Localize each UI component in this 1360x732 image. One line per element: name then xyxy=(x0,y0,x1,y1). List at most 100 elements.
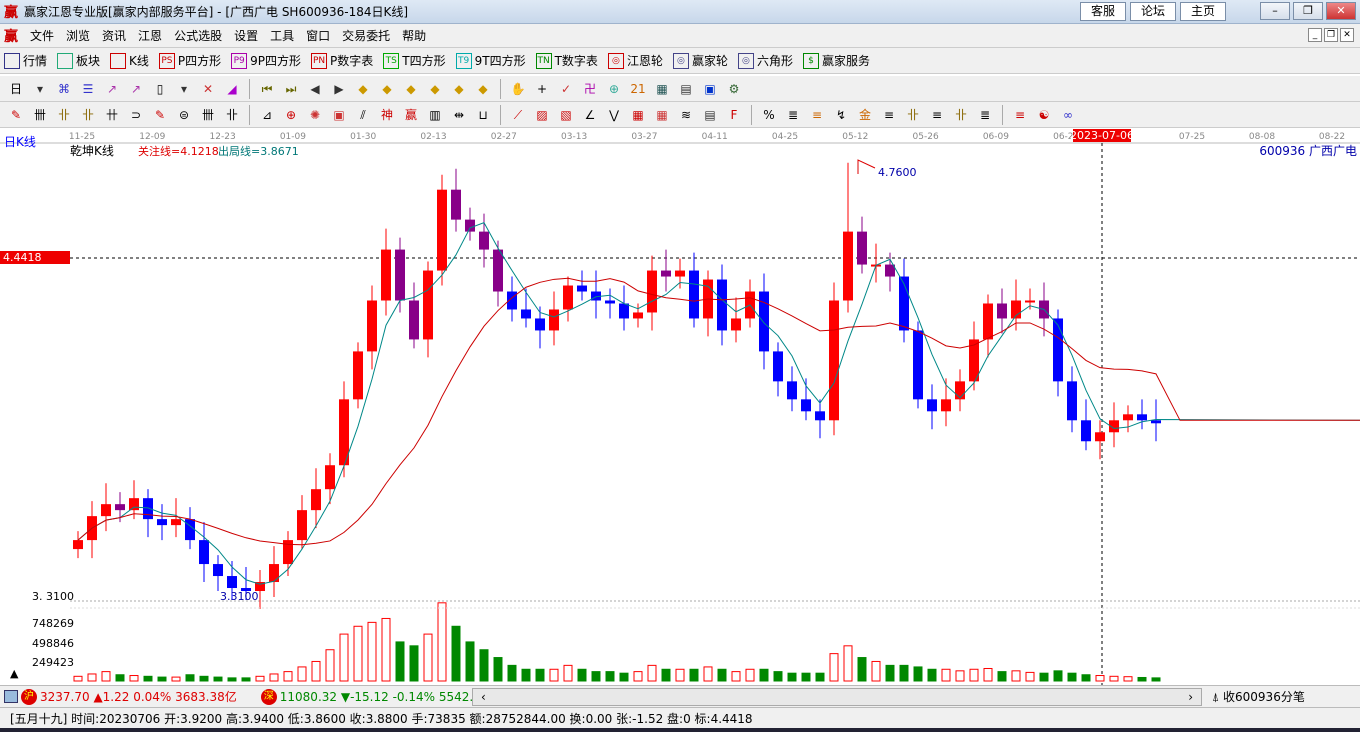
tool-icon[interactable]: 卄 xyxy=(102,106,122,124)
toolbar-button[interactable]: $ 赢家服务 xyxy=(802,52,870,69)
toolbar-button[interactable]: 板块 xyxy=(57,52,100,69)
tool-icon[interactable]: ▾ xyxy=(30,80,50,98)
tool-icon[interactable]: ⇹ xyxy=(449,106,469,124)
toolbar-button[interactable]: TN T数字表 xyxy=(535,52,598,69)
toolbar-button[interactable]: ◎ 赢家轮 xyxy=(672,52,728,69)
grid-icon[interactable] xyxy=(4,690,18,703)
tool-icon[interactable]: ▦ xyxy=(652,80,672,98)
menu-item[interactable]: 文件 xyxy=(30,27,54,44)
toolbar-button[interactable]: PN P数字表 xyxy=(311,52,373,69)
tool-icon[interactable]: + xyxy=(532,80,552,98)
menu-item[interactable]: 窗口 xyxy=(306,27,330,44)
toolbar-button[interactable]: P9 9P四方形 xyxy=(231,52,301,69)
tool-icon[interactable]: ▣ xyxy=(700,80,720,98)
minimize-button[interactable]: – xyxy=(1260,2,1290,20)
tool-icon[interactable]: ◢ xyxy=(222,80,242,98)
tool-icon[interactable]: ◆ xyxy=(377,80,397,98)
forum-link[interactable]: 论坛 xyxy=(1130,2,1177,21)
toolbar-button[interactable]: PS P四方形 xyxy=(158,52,221,69)
tool-icon[interactable]: ✓ xyxy=(556,80,576,98)
menu-item[interactable]: 交易委托 xyxy=(342,27,390,44)
tool-icon[interactable]: ✋ xyxy=(508,80,528,98)
tool-icon[interactable]: ◆ xyxy=(401,80,421,98)
toolbar-button[interactable]: ◎ 江恩轮 xyxy=(607,52,663,69)
tool-icon[interactable]: ⊜ xyxy=(174,106,194,124)
tool-icon[interactable]: 卍 xyxy=(580,80,600,98)
tool-icon[interactable]: ≣ xyxy=(975,106,995,124)
tool-icon[interactable]: ◆ xyxy=(473,80,493,98)
horizontal-scrollbar[interactable]: ‹ › xyxy=(472,688,1202,706)
tool-icon[interactable]: ⏭ xyxy=(281,80,301,98)
tool-icon[interactable]: 神 xyxy=(377,106,397,124)
tool-icon[interactable]: ⚙ xyxy=(724,80,744,98)
maximize-button[interactable]: ❐ xyxy=(1293,2,1323,20)
scroll-up-icon[interactable]: ▲ xyxy=(10,667,19,680)
tool-icon[interactable]: 卌 xyxy=(198,106,218,124)
menu-item[interactable]: 设置 xyxy=(234,27,258,44)
tool-icon[interactable]: ▤ xyxy=(700,106,720,124)
menu-item[interactable]: 江恩 xyxy=(138,27,162,44)
tool-icon[interactable]: ▧ xyxy=(556,106,576,124)
tool-icon[interactable]: ▯ xyxy=(150,80,170,98)
search-box[interactable]: ⍋ 收600936分笔 xyxy=(1212,688,1305,705)
tool-icon[interactable]: ▨ xyxy=(532,106,552,124)
tool-icon[interactable]: ◆ xyxy=(353,80,373,98)
tool-icon[interactable]: ≡ xyxy=(879,106,899,124)
toolbar-button[interactable]: K线 xyxy=(110,52,149,69)
tool-icon[interactable]: ▥ xyxy=(425,106,445,124)
tool-icon[interactable]: ⊕ xyxy=(604,80,624,98)
tool-icon[interactable]: ⊃ xyxy=(126,106,146,124)
kline-chart[interactable]: 11-25 12-09 12-23 01-09 01-30 02-13 02-27 03-13… xyxy=(0,128,1360,685)
tool-icon[interactable]: ⟋ xyxy=(508,106,528,124)
tool-icon[interactable]: 金 xyxy=(855,106,875,124)
tool-icon[interactable]: 卝 xyxy=(54,106,74,124)
tool-icon[interactable]: ▣ xyxy=(329,106,349,124)
tool-icon[interactable]: ☰ xyxy=(78,80,98,98)
tool-icon[interactable]: ▦ xyxy=(628,106,648,124)
tool-icon[interactable]: 卝 xyxy=(78,106,98,124)
tool-icon[interactable]: ∠ xyxy=(580,106,600,124)
menu-item[interactable]: 工具 xyxy=(270,27,294,44)
toolbar-button[interactable]: TS T四方形 xyxy=(383,52,446,69)
tool-icon[interactable]: ≡ xyxy=(1010,106,1030,124)
menu-item[interactable]: 帮助 xyxy=(402,27,426,44)
tool-icon[interactable]: ◆ xyxy=(449,80,469,98)
tool-icon[interactable]: ≡ xyxy=(927,106,947,124)
tool-icon[interactable]: % xyxy=(759,106,779,124)
tool-icon[interactable]: ⊿ xyxy=(257,106,277,124)
tool-icon[interactable]: 21 xyxy=(628,80,648,98)
scroll-left-icon[interactable]: ‹ xyxy=(481,690,486,704)
tool-icon[interactable]: ⊕ xyxy=(281,106,301,124)
toolbar-button[interactable]: T9 9T四方形 xyxy=(455,52,526,69)
mdi-minimize[interactable]: _ xyxy=(1308,28,1322,42)
tool-icon[interactable]: 卝 xyxy=(222,106,242,124)
tool-icon[interactable]: ✺ xyxy=(305,106,325,124)
tool-icon[interactable]: 卝 xyxy=(903,106,923,124)
tool-icon[interactable]: ▶ xyxy=(329,80,349,98)
tool-icon[interactable]: F xyxy=(724,106,744,124)
close-button[interactable]: ✕ xyxy=(1326,2,1356,20)
toolbar-button[interactable]: ◎ 六角形 xyxy=(737,52,793,69)
tool-icon[interactable]: 赢 xyxy=(401,106,421,124)
menu-item[interactable]: 公式选股 xyxy=(174,27,222,44)
home-link[interactable]: 主页 xyxy=(1180,2,1227,21)
tool-icon[interactable]: ⏮ xyxy=(257,80,277,98)
toolbar-button[interactable]: 行情 xyxy=(4,52,47,69)
tool-icon[interactable]: ≋ xyxy=(676,106,696,124)
tool-icon[interactable]: ◆ xyxy=(425,80,445,98)
tool-icon[interactable]: ⊔ xyxy=(473,106,493,124)
tool-icon[interactable]: 卝 xyxy=(951,106,971,124)
tool-icon[interactable]: ✕ xyxy=(198,80,218,98)
tool-icon[interactable]: ⋁ xyxy=(604,106,624,124)
tool-icon[interactable]: ☯ xyxy=(1034,106,1054,124)
mdi-close[interactable]: ✕ xyxy=(1340,28,1354,42)
tool-icon[interactable]: 日 xyxy=(6,80,26,98)
menu-item[interactable]: 浏览 xyxy=(66,27,90,44)
chart-canvas[interactable]: 11-25 12-09 12-23 01-09 01-30 02-13 02-27 03-13… xyxy=(0,128,1360,685)
tool-icon[interactable]: ◀ xyxy=(305,80,325,98)
tool-icon[interactable]: ∞ xyxy=(1058,106,1078,124)
tool-icon[interactable]: ↗ xyxy=(102,80,122,98)
tool-icon[interactable]: ≡ xyxy=(807,106,827,124)
service-link[interactable]: 客服 xyxy=(1080,2,1127,21)
tool-icon[interactable]: ⫽ xyxy=(353,106,373,124)
